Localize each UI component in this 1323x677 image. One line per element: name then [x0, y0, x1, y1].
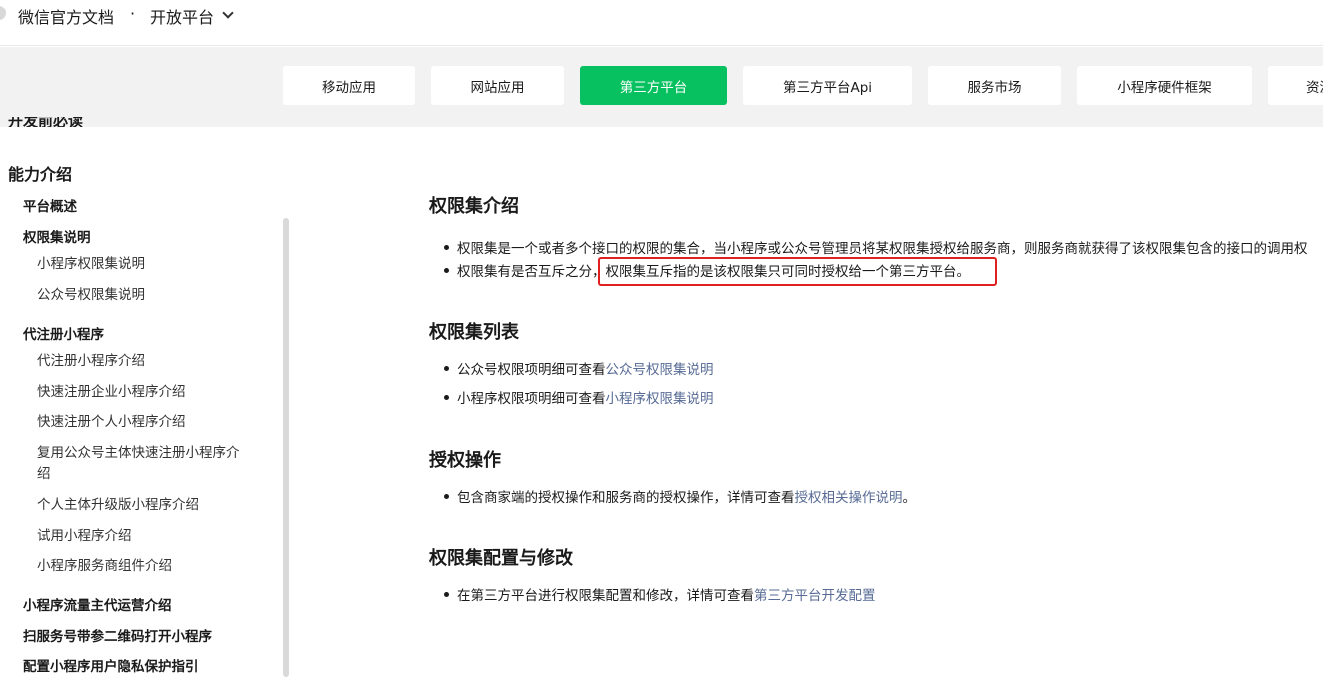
sidebar-item-platform-overview[interactable]: 平台概述 [23, 195, 77, 215]
sidebar-item-reuse-official-account-cont[interactable]: 绍 [37, 462, 51, 482]
sidebar-item-miniprogram-permission[interactable]: 小程序权限集说明 [37, 252, 145, 272]
tab-label: 移动应用 [322, 79, 376, 96]
link-official-account-permission[interactable]: 公众号权限集说明 [606, 362, 714, 378]
sidebar-item-register-miniprogram[interactable]: 代注册小程序 [23, 323, 104, 343]
tab-website-app[interactable]: 网站应用 [431, 66, 564, 105]
list-item-text: 小程序权限项明细可查看 [457, 391, 606, 407]
tab-label: 小程序硬件框架 [1117, 79, 1212, 96]
sidebar-nav: 能力介绍 平台概述 权限集说明 小程序权限集说明 公众号权限集说明 代注册小程序… [0, 127, 283, 677]
sidebar-item-quick-register-enterprise[interactable]: 快速注册企业小程序介绍 [37, 380, 186, 400]
sidebar-item-register-intro[interactable]: 代注册小程序介绍 [37, 349, 145, 369]
platform-dropdown-label: 开放平台 [150, 8, 215, 27]
section-title-permission-list: 权限集列表 [429, 322, 519, 343]
link-authorization-guide[interactable]: 授权相关操作说明 [795, 490, 903, 506]
sidebar-item-trial-miniprogram[interactable]: 试用小程序介绍 [37, 524, 132, 544]
section-title-permission-intro: 权限集介绍 [429, 196, 519, 217]
sidebar-item-service-component[interactable]: 小程序服务商组件介绍 [37, 554, 172, 574]
list-item-text: 公众号权限项明细可查看 [457, 362, 606, 378]
list-item-text: 包含商家端的授权操作和服务商的授权操作，详情可查看 [457, 490, 795, 506]
tab-label: 资源 [1306, 79, 1323, 96]
sidebar-item-capability-intro[interactable]: 能力介绍 [8, 161, 72, 185]
tab-mini-program-hardware[interactable]: 小程序硬件框架 [1077, 66, 1252, 105]
tab-resources[interactable]: 资源 [1268, 66, 1323, 105]
tab-label: 网站应用 [470, 79, 525, 96]
wechat-logo-icon [0, 6, 6, 20]
list-item-text: 权限集是一个或者多个接口的权限的集合，当小程序或公众号管理员将某权限集授权给服务… [457, 241, 1308, 257]
tab-label: 服务市场 [967, 79, 1022, 96]
tab-service-market[interactable]: 服务市场 [928, 66, 1061, 105]
sidebar-item-qrcode-open[interactable]: 扫服务号带参二维码打开小程序 [23, 625, 212, 645]
link-miniprogram-permission[interactable]: 小程序权限集说明 [606, 391, 714, 407]
list-item: 公众号权限项明细可查看公众号权限集说明 [444, 358, 714, 378]
section-title-authorization: 授权操作 [429, 450, 501, 471]
tab-third-party-platform[interactable]: 第三方平台 [580, 66, 727, 105]
list-item-suffix: 。 [902, 490, 917, 506]
chevron-down-icon [222, 7, 234, 19]
sidebar-item-permission-set[interactable]: 权限集说明 [23, 226, 91, 246]
main-content: 权限集介绍 权限集是一个或者多个接口的权限的集合，当小程序或公众号管理员将某权限… [289, 127, 1323, 677]
sidebar-item-reuse-official-account[interactable]: 复用公众号主体快速注册小程序介 [37, 441, 240, 461]
tab-label: 第三方平台Api [782, 79, 873, 96]
sidebar-item-traffic-operation[interactable]: 小程序流量主代运营介绍 [23, 594, 172, 614]
link-dev-config[interactable]: 第三方平台开发配置 [754, 588, 876, 604]
list-item: 权限集是一个或者多个接口的权限的集合，当小程序或公众号管理员将某权限集授权给服务… [444, 237, 1308, 257]
category-tabs: 移动应用 网站应用 第三方平台 第三方平台Api 服务市场 小程序硬件框架 资源 [0, 47, 1323, 127]
list-item: 小程序权限项明细可查看小程序权限集说明 [444, 387, 714, 407]
top-header: 微信官方文档 · 开放平台 [0, 0, 1323, 46]
highlight-annotation-box [598, 257, 997, 286]
list-item-text: 在第三方平台进行权限集配置和修改，详情可查看 [457, 588, 754, 604]
brand-title[interactable]: 微信官方文档 [18, 4, 114, 28]
sidebar-item-official-account-permission[interactable]: 公众号权限集说明 [37, 283, 145, 303]
tab-third-party-api[interactable]: 第三方平台Api [743, 66, 912, 105]
sidebar-item-quick-register-personal[interactable]: 快速注册个人小程序介绍 [37, 410, 186, 430]
list-item: 包含商家端的授权操作和服务商的授权操作，详情可查看授权相关操作说明。 [444, 486, 917, 506]
section-title-config: 权限集配置与修改 [429, 548, 573, 569]
platform-dropdown[interactable]: 开放平台 [150, 4, 234, 28]
tab-label: 第三方平台 [619, 79, 688, 96]
brand-separator: · [130, 4, 136, 23]
tab-mobile-app[interactable]: 移动应用 [283, 66, 415, 105]
sidebar-item-privacy-guide[interactable]: 配置小程序用户隐私保护指引 [23, 655, 199, 675]
list-item: 在第三方平台进行权限集配置和修改，详情可查看第三方平台开发配置 [444, 584, 876, 604]
sidebar-item-personal-upgrade[interactable]: 个人主体升级版小程序介绍 [37, 493, 199, 513]
